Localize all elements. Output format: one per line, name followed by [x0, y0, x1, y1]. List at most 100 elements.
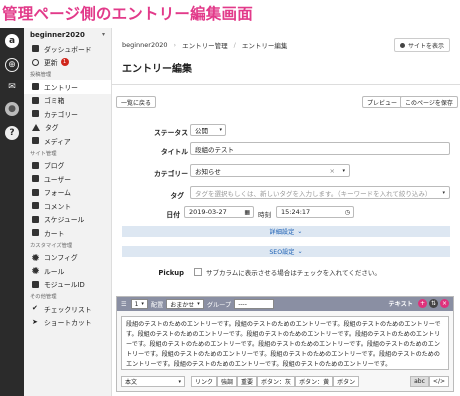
check-icon: ✔: [32, 304, 38, 313]
emphasis-button[interactable]: 強調: [217, 376, 238, 387]
text-format-select[interactable]: 本文 ▾: [121, 376, 185, 387]
details-toggle[interactable]: 詳細設定 ⌄: [122, 226, 450, 237]
sidebar-item[interactable]: ➤ ショートカット: [24, 316, 111, 330]
sidebar-item[interactable]: ゴミ箱: [24, 94, 111, 108]
tag-label: タグ: [170, 192, 184, 200]
sidebar-item-update[interactable]: 更新 1: [24, 56, 111, 70]
sidebar-item-label: フォーム: [44, 189, 71, 198]
pickup-checkbox[interactable]: [194, 268, 202, 276]
dashboard-icon: [32, 45, 39, 53]
align-select[interactable]: おまかせ ▾: [166, 299, 204, 309]
important-button[interactable]: 重要: [237, 376, 258, 387]
unit-order-select[interactable]: 1 ▾: [130, 299, 148, 309]
sidebar-item[interactable]: タグ: [24, 121, 111, 135]
sidebar-item[interactable]: スケジュール: [24, 213, 111, 227]
drag-handle-icon[interactable]: ☰: [121, 301, 127, 308]
sidebar-item-label: タグ: [45, 124, 59, 133]
sidebar-item-label: カテゴリー: [44, 110, 78, 119]
sidebar-item[interactable]: モジュールID: [24, 278, 111, 292]
group-select[interactable]: ----: [234, 299, 275, 309]
sidebar-item[interactable]: カート: [24, 226, 111, 240]
shortcut-icon: ➤: [32, 317, 38, 326]
sidebar-item-label: ルール: [44, 267, 65, 276]
plain-mode-button[interactable]: abc: [410, 376, 429, 387]
status-select[interactable]: 公開 ▾: [190, 124, 226, 136]
sidebar-item[interactable]: メディア: [24, 134, 111, 148]
delete-unit-icon[interactable]: ×: [440, 299, 449, 308]
button-button[interactable]: ボタン: [333, 376, 360, 387]
sidebar-item[interactable]: ブログ: [24, 159, 111, 173]
back-to-list-button[interactable]: 一覧に戻る: [116, 96, 157, 108]
sidebar-top: ダッシュボード 更新 1: [24, 42, 111, 69]
sidebar-item[interactable]: ✔ チェックリスト: [24, 302, 111, 316]
chevron-down-icon: ▾: [101, 31, 105, 38]
date-input[interactable]: 2019-03-27 ▦: [184, 206, 254, 218]
save-page-button[interactable]: このページを保存: [400, 96, 458, 108]
globe-icon[interactable]: ⊕: [5, 58, 19, 72]
seo-toggle[interactable]: SEO設定 ⌄: [122, 246, 450, 257]
category-select[interactable]: お知らせ × ▾: [190, 164, 350, 177]
button-gray-button[interactable]: ボタン：灰: [257, 376, 296, 387]
details-toggle-label: 詳細設定: [269, 229, 295, 236]
view-site-button[interactable]: サイトを表示: [393, 38, 450, 52]
view-site-label: サイトを表示: [407, 42, 444, 50]
page-icon: [32, 229, 39, 237]
calendar-icon[interactable]: ▦: [244, 209, 250, 216]
globe-icon: [399, 42, 405, 48]
chat-icon[interactable]: ✉: [5, 80, 19, 94]
unit-body-textarea[interactable]: 段組のテストのためのエントリーです。段組のテストのためのエントリーです。段組のテ…: [121, 316, 449, 370]
help-icon[interactable]: ?: [5, 126, 19, 140]
clock-icon[interactable]: ◷: [345, 209, 350, 216]
button-yellow-button[interactable]: ボタン：黄: [295, 376, 334, 387]
site-name: beginner2020: [30, 31, 85, 39]
site-switcher[interactable]: beginner2020 ▾: [24, 28, 111, 42]
chevron-down-icon: ▾: [342, 167, 345, 174]
dashboard-logo-icon[interactable]: a: [5, 34, 19, 48]
user-avatar-icon[interactable]: ●: [5, 102, 19, 116]
sidebar-item-label: ショートカット: [44, 319, 92, 328]
tag-input[interactable]: タグを選択もしくは、新しいタグを入力します。（キーワードを入れて絞り込み） ▾: [190, 186, 450, 199]
page-icon: [32, 175, 39, 183]
unit-footer: 本文 ▾ リンク 強調 重要 ボタン：灰 ボタン：黄 ボタン abc </>: [121, 375, 449, 388]
text-unit: ☰ 1 ▾ 配置 おまかせ ▾ グループ ---- テキスト + ⇅ × 段組の…: [116, 296, 454, 392]
move-icon[interactable]: ⇅: [429, 299, 438, 308]
pickup-label: Pickup: [158, 269, 184, 277]
preview-button[interactable]: プレビュー: [362, 96, 403, 108]
breadcrumb-item[interactable]: beginner2020: [122, 41, 168, 49]
sidebar-item-dashboard[interactable]: ダッシュボード: [24, 42, 111, 56]
sidebar-item[interactable]: ルール: [24, 264, 111, 278]
sidebar-item[interactable]: フォーム: [24, 186, 111, 200]
sidebar-section-title: カスタマイズ管理: [30, 242, 73, 249]
code-mode-icon[interactable]: </>: [428, 376, 449, 387]
page-icon: [32, 161, 39, 169]
tag-placeholder: タグを選択もしくは、新しいタグを入力します。（キーワードを入れて絞り込み）: [195, 189, 432, 198]
link-button[interactable]: リンク: [191, 376, 218, 387]
sidebar-item-label: 更新: [44, 59, 58, 68]
unit-order-value: 1: [134, 300, 139, 308]
breadcrumb-item: エントリー編集: [241, 42, 288, 50]
chevron-down-icon: ▾: [178, 378, 181, 385]
breadcrumb-item[interactable]: エントリー管理: [182, 40, 228, 50]
add-unit-icon[interactable]: +: [418, 299, 427, 308]
sidebar-item[interactable]: エントリー: [24, 80, 111, 94]
sidebar-item-label: カート: [44, 229, 65, 238]
sidebar-item[interactable]: ユーザー: [24, 172, 111, 186]
sidebar-item-label: コメント: [44, 202, 72, 211]
page-icon: [32, 110, 39, 118]
title-input[interactable]: 段組のテスト: [190, 142, 450, 155]
category-label: カテゴリー: [154, 170, 188, 178]
clear-icon[interactable]: ×: [330, 167, 335, 175]
sidebar-item[interactable]: カテゴリー: [24, 107, 111, 121]
breadcrumb-separator: ›: [173, 41, 177, 49]
sidebar-item[interactable]: コンフィグ: [24, 251, 111, 265]
chevron-down-icon: ▾: [141, 301, 144, 307]
text-format-value: 本文: [125, 379, 138, 386]
page-icon: [32, 188, 39, 196]
sidebar-item[interactable]: コメント: [24, 199, 111, 213]
time-input[interactable]: 15:24:17 ◷: [276, 206, 354, 218]
pickup-row: Pickup サブカラムに表示させる場合はチェックを入れてください。: [112, 267, 460, 279]
breadcrumb-separator: /: [233, 41, 236, 49]
unit-header-actions: テキスト + ⇅ ×: [388, 299, 449, 308]
sidebar-item-label: ダッシュボード: [44, 45, 92, 54]
title-row: タイトル 段組のテスト: [112, 142, 460, 156]
